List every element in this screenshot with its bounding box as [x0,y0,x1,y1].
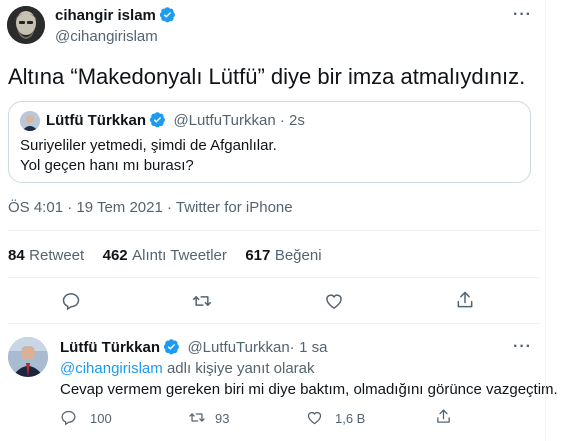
reply-time[interactable]: 1 sa [299,339,327,356]
author-line: cihangir islam [55,6,176,28]
quoted-author-line: Lütfü Türkkan @LutfuTurkkan · 2s [46,111,305,133]
tweet-timestamp[interactable]: ÖS 4:01 · 19 Tem 2021 · Twitter for iPho… [8,199,293,216]
more-icon[interactable]: ··· [513,6,532,24]
reply-text: Cevap vermem gereken biri mi diye baktım… [60,381,558,398]
more-icon[interactable]: ··· [513,338,532,356]
retweets-stat[interactable]: 84 Retweet [8,247,84,264]
quotes-stat[interactable]: 462 Alıntı Tweetler [103,247,227,264]
replying-to-mention[interactable]: @cihangirislam [60,360,163,377]
reply-count: 100 [90,411,112,426]
quoted-text-line-2: Yol geçen hanı mı burası? [20,157,194,174]
tweet-text: Altına “Makedonyalı Lütfü” diye bir imza… [8,64,526,89]
retweet-icon[interactable] [191,291,213,311]
reply-author-handle[interactable]: @LutfuTurkkan [187,339,289,356]
retweet-count: 93 [215,411,230,426]
column-border [545,0,546,441]
quoted-author-handle: @LutfuTurkkan [173,112,276,129]
reply-avatar-image [8,337,48,377]
retweet-icon[interactable] [188,409,206,426]
separator-dot: · [289,339,295,356]
verified-badge-icon [149,111,166,133]
quoted-avatar-image [20,111,40,131]
divider [8,277,540,278]
share-icon[interactable] [455,290,475,310]
author-name[interactable]: cihangir islam [55,7,156,24]
reply-author-avatar[interactable] [8,337,48,377]
reply-icon[interactable] [60,409,77,426]
like-icon[interactable] [324,291,344,311]
likes-stat[interactable]: 617 Beğeni [245,247,321,264]
quoted-author-name: Lütfü Türkkan [46,112,146,129]
reply-author-name[interactable]: Lütfü Türkkan [60,339,160,356]
replying-to: @cihangirislam adlı kişiye yanıt olarak [60,359,315,379]
quoted-time: 2s [289,112,305,129]
replying-to-suffix: adlı kişiye yanıt olarak [166,360,315,377]
reply-author-line: Lütfü Türkkan @LutfuTurkkan· 1 sa [60,338,327,360]
divider [8,230,540,231]
author-avatar-image [7,6,45,44]
verified-badge-icon [163,338,180,360]
like-icon[interactable] [306,409,323,426]
author-avatar[interactable] [7,6,45,44]
verified-badge-icon [159,6,176,28]
divider [8,323,540,324]
reply-icon[interactable] [61,291,81,311]
like-count: 1,6 B [335,411,366,426]
share-icon[interactable] [435,408,452,425]
quoted-text-line-1: Suriyeliler yetmedi, şimdi de Afganlılar… [20,137,277,154]
quoted-author-avatar [20,111,40,131]
stats-row: 84 Retweet 462 Alıntı Tweetler 617 Beğen… [8,247,322,265]
author-handle[interactable]: @cihangirislam [55,28,158,45]
